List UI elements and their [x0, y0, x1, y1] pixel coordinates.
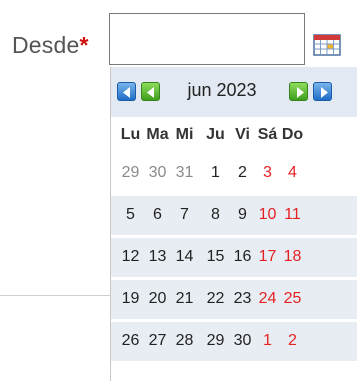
day-cell[interactable]: 2 — [281, 323, 304, 359]
day-cell[interactable]: 30 — [146, 155, 169, 191]
month-year-label[interactable]: jun 2023 — [161, 80, 283, 101]
day-cell[interactable]: 23 — [231, 281, 254, 317]
calendar-grid: Lu Ma Mi Ju Vi Sá Do 29 30 31 1 2 3 4 5 6 7 8 9 10 11 12 13 14 1… — [111, 117, 357, 381]
day-cell[interactable]: 12 — [119, 239, 142, 275]
day-cell[interactable]: 16 — [231, 239, 254, 275]
day-cell[interactable]: 27 — [146, 323, 169, 359]
arrow-right-icon — [297, 87, 304, 98]
day-cell[interactable]: 1 — [256, 323, 279, 359]
day-cell[interactable]: 18 — [281, 239, 304, 275]
weekday-header-0: Lu — [120, 126, 141, 143]
day-cell[interactable]: 2 — [231, 155, 254, 191]
day-cell[interactable]: 3 — [256, 155, 279, 191]
day-cell[interactable]: 25 — [281, 281, 304, 317]
day-cell[interactable]: 15 — [204, 239, 227, 275]
day-cell[interactable]: 9 — [231, 197, 254, 233]
datepicker-popup: jun 2023 Lu Ma Mi Ju Vi Sá Do 29 30 31 1 2 3 4 5 6 7 8 9 10… — [110, 67, 357, 381]
weekday-header-6: Do — [281, 126, 304, 143]
day-cell[interactable]: 5 — [119, 197, 142, 233]
weekday-header-2: Mi — [175, 126, 194, 143]
day-cell[interactable]: 20 — [146, 281, 169, 317]
desde-date-input[interactable] — [109, 13, 305, 65]
day-cell[interactable]: 4 — [281, 155, 304, 191]
date-filter-form: Desde* jun 2023 Lu Ma Mi Ju Vi Sá Do 29 … — [0, 0, 357, 381]
day-cell[interactable]: 30 — [231, 323, 254, 359]
prev-year-button[interactable] — [117, 82, 136, 101]
prev-month-button[interactable] — [141, 82, 160, 101]
day-cell[interactable]: 7 — [173, 197, 196, 233]
weekday-header-1: Ma — [146, 126, 169, 143]
day-cell[interactable]: 10 — [256, 197, 279, 233]
day-cell[interactable]: 24 — [256, 281, 279, 317]
day-cell[interactable]: 29 — [119, 155, 142, 191]
desde-label-text: Desde — [12, 32, 80, 58]
day-cell[interactable]: 31 — [173, 155, 196, 191]
day-cell[interactable]: 6 — [146, 197, 169, 233]
day-cell[interactable]: 29 — [204, 323, 227, 359]
calendar-header: jun 2023 — [111, 67, 357, 117]
day-cell[interactable]: 22 — [204, 281, 227, 317]
day-cell[interactable]: 26 — [119, 323, 142, 359]
calendar-icon[interactable] — [313, 33, 341, 57]
weekday-header-4: Vi — [235, 126, 250, 143]
day-cell[interactable]: 1 — [204, 155, 227, 191]
next-month-button[interactable] — [289, 82, 308, 101]
required-asterisk: * — [79, 32, 89, 58]
day-cell[interactable]: 11 — [281, 197, 304, 233]
desde-label: Desde* — [12, 32, 89, 59]
day-cell[interactable]: 19 — [119, 281, 142, 317]
day-cell[interactable]: 13 — [146, 239, 169, 275]
day-cell[interactable]: 17 — [256, 239, 279, 275]
double-arrow-right-icon — [321, 87, 328, 98]
arrow-left-icon — [147, 87, 154, 98]
day-cell[interactable]: 21 — [173, 281, 196, 317]
day-cell[interactable]: 14 — [173, 239, 196, 275]
day-cell[interactable]: 8 — [204, 197, 227, 233]
day-cell[interactable]: 28 — [173, 323, 196, 359]
form-divider — [0, 295, 112, 296]
weekday-header-5: Sá — [257, 126, 278, 143]
next-year-button[interactable] — [313, 82, 332, 101]
double-arrow-left-icon — [123, 87, 130, 98]
weekday-header-3: Ju — [206, 126, 225, 143]
